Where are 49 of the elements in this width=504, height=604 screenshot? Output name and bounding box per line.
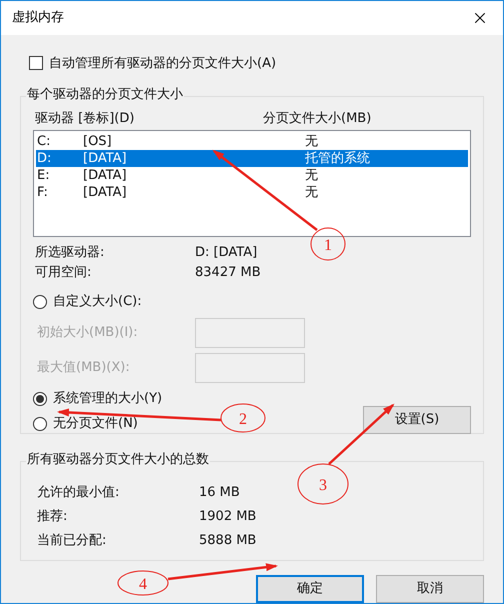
column-header: 分页文件大小(MB) <box>263 110 372 128</box>
drive-label: [DATA] <box>83 166 128 185</box>
paging-size: 托管的系统 <box>305 150 370 168</box>
field-label: 初始大小(MB)(I): <box>36 324 139 342</box>
info-value: 83427 MB <box>195 264 261 282</box>
info-value: D: [DATA] <box>195 244 258 262</box>
drive-label: [DATA] <box>83 184 128 202</box>
info-label: 所选驱动器: <box>34 244 106 262</box>
pointer-arrow <box>328 404 394 465</box>
total-value: 1902 MB <box>199 508 256 526</box>
dialog-button[interactable]: 取消 <box>376 575 484 603</box>
paging-size: 无 <box>305 166 318 185</box>
group-title: 每个驱动器的分页文件大小 <box>26 87 184 102</box>
total-label: 当前已分配: <box>37 532 108 550</box>
checkbox-label: 自动管理所有驱动器的分页文件大小(A) <box>49 54 276 72</box>
radio-button[interactable] <box>33 417 47 431</box>
drive-letter: C: <box>36 132 52 151</box>
numbered-callout: 4 <box>118 570 168 596</box>
group-title: 所有驱动器分页文件大小的总数 <box>26 452 210 467</box>
drive-row[interactable]: D: [DATA] 托管的系统 <box>36 150 468 167</box>
checkbox[interactable] <box>29 56 43 70</box>
drive-row[interactable]: F: [DATA] 无 <box>36 184 468 201</box>
field-label: 最大值(MB)(X): <box>36 359 131 378</box>
total-value: 5888 MB <box>199 532 256 550</box>
drive-row[interactable]: C: [OS] 无 <box>36 133 468 150</box>
drive-row[interactable]: E: [DATA] 无 <box>36 167 468 184</box>
drive-label: [DATA] <box>83 150 128 168</box>
window-title: 虚拟内存 <box>12 9 64 27</box>
numbered-callout: 3 <box>298 464 348 504</box>
drive-label: [OS] <box>83 132 113 151</box>
radio-button[interactable] <box>33 295 47 309</box>
total-label: 允许的最小值: <box>37 484 120 502</box>
column-header: 驱动器 [卷标](D) <box>35 110 136 128</box>
drive-letter: F: <box>36 184 49 202</box>
paging-size: 无 <box>305 132 318 151</box>
radio-label: 自定义大小(C): <box>53 293 142 312</box>
radio-label: 无分页文件(N) <box>53 415 138 434</box>
total-value: 16 MB <box>199 484 240 502</box>
numbered-callout: 1 <box>310 228 346 260</box>
drive-letter: E: <box>36 166 51 185</box>
settings-button[interactable]: 设置(S) <box>363 406 471 434</box>
info-label: 可用空间: <box>34 264 92 282</box>
drive-letter: D: <box>36 150 52 168</box>
total-label: 推荐: <box>37 508 68 526</box>
radio-button[interactable] <box>33 392 47 406</box>
numbered-callout: 2 <box>220 404 266 432</box>
radio-label: 系统管理的大小(Y) <box>53 390 162 408</box>
dialog-button[interactable]: 确定 <box>256 575 364 603</box>
paging-size: 无 <box>305 184 318 202</box>
